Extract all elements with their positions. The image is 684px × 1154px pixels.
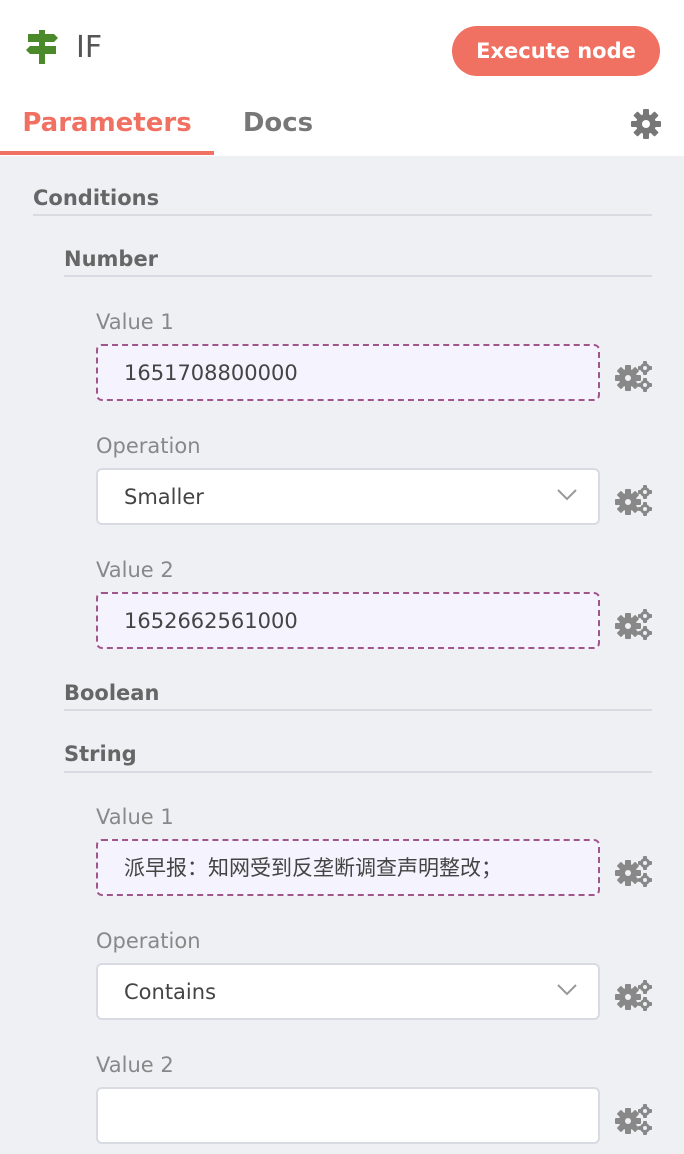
number-operation-value: Smaller: [124, 485, 204, 509]
number-value1-label: Value 1: [96, 310, 174, 334]
string-value1-label: Value 1: [96, 805, 174, 829]
number-value1-input[interactable]: 1651708800000: [96, 344, 600, 401]
conditions-title: Conditions: [33, 186, 160, 210]
string-value1-input[interactable]: 派早报：知网受到反垄断调查声明整改；: [96, 839, 600, 896]
parameter-options-icon[interactable]: [614, 979, 654, 1011]
string-operation-value: Contains: [124, 980, 217, 1004]
parameters-panel: Conditions Number Value 1 1651708800000 …: [0, 156, 684, 1154]
boolean-section-title: Boolean: [64, 681, 160, 705]
divider: [33, 214, 652, 216]
number-section-title: Number: [64, 247, 159, 271]
parameter-options-icon[interactable]: [614, 360, 654, 392]
string-section-title: String: [64, 742, 137, 766]
string-value2-input[interactable]: [96, 1087, 600, 1144]
number-operation-select[interactable]: Smaller: [96, 468, 600, 525]
node-header: IF Execute node: [0, 0, 684, 100]
chevron-down-icon: [557, 984, 577, 996]
execute-node-button[interactable]: Execute node: [452, 26, 660, 76]
string-operation-label: Operation: [96, 929, 201, 953]
number-value2-label: Value 2: [96, 558, 174, 582]
gear-icon[interactable]: [630, 108, 662, 140]
string-value2-label: Value 2: [96, 1053, 174, 1077]
tab-docs[interactable]: Docs: [214, 100, 342, 156]
string-operation-select[interactable]: Contains: [96, 963, 600, 1020]
parameter-options-icon[interactable]: [614, 1103, 654, 1135]
node-title: IF: [76, 30, 103, 65]
parameter-options-icon[interactable]: [614, 855, 654, 887]
parameter-options-icon[interactable]: [614, 608, 654, 640]
tab-parameters[interactable]: Parameters: [0, 100, 214, 156]
parameter-options-icon[interactable]: [614, 484, 654, 516]
tab-bar: Parameters Docs: [0, 100, 684, 156]
number-value2-input[interactable]: 1652662561000: [96, 592, 600, 649]
divider: [64, 275, 652, 277]
divider: [64, 709, 652, 711]
divider: [64, 771, 652, 773]
number-operation-label: Operation: [96, 434, 201, 458]
chevron-down-icon: [557, 489, 577, 501]
active-tab-indicator: [0, 151, 214, 155]
signpost-icon: [26, 30, 58, 64]
